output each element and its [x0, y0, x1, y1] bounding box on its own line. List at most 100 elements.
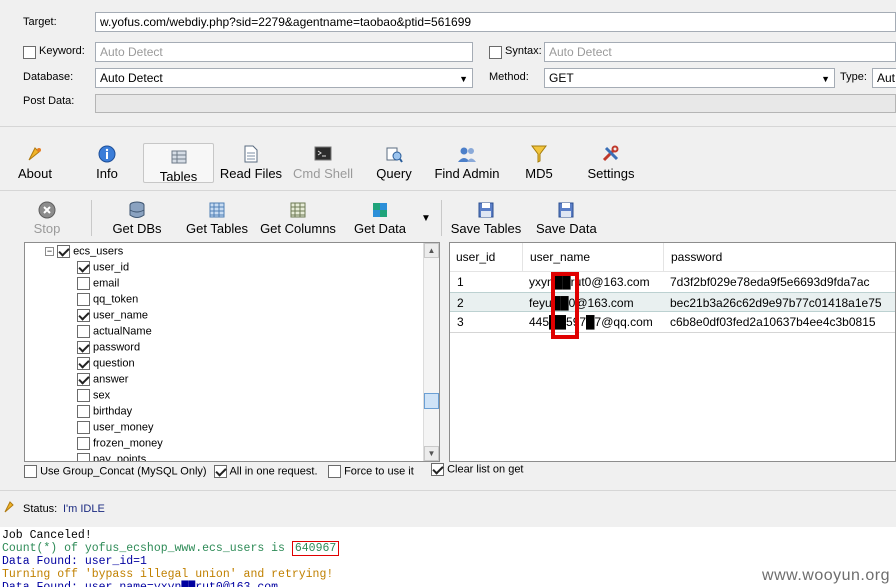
keyword-input[interactable]: Auto Detect	[95, 42, 473, 62]
chevron-down-icon: ▼	[821, 74, 830, 84]
keyword-checkbox[interactable]	[23, 45, 36, 60]
method-label: Method:	[489, 71, 529, 83]
postdata-input[interactable]	[95, 94, 896, 113]
tree-item-pay-points[interactable]: pay_points	[77, 453, 147, 462]
toolbar-separator	[91, 200, 92, 236]
get-dbs-button[interactable]: Get DBs	[110, 200, 164, 236]
collapse-icon[interactable]: −	[45, 247, 54, 256]
save-data-label: Save Data	[536, 221, 597, 236]
toolbar-settings[interactable]: Settings	[586, 144, 636, 186]
grid-header-user-name[interactable]: user_name	[524, 243, 664, 271]
stop-button[interactable]: Stop	[32, 200, 62, 236]
toolbar-md5[interactable]: MD5	[523, 144, 555, 186]
tree-item-user-money[interactable]: user_money	[77, 421, 154, 437]
tree-item-checkbox[interactable]	[77, 293, 90, 306]
tree-item-label: password	[93, 341, 141, 354]
clear-list-option[interactable]: Clear list on get	[431, 463, 524, 476]
log-highlight: 640967	[291, 541, 340, 556]
table-row[interactable]: 2 feyu██0@163.com bec21b3a26c62d9e97b77c…	[450, 292, 895, 312]
syntax-checkbox[interactable]	[489, 45, 502, 60]
all-in-one-checkbox[interactable]	[214, 465, 227, 478]
target-input[interactable]: w.yofus.com/webdiy.php?sid=2279&agentnam…	[95, 12, 896, 32]
tree-item-sex[interactable]: sex	[77, 389, 110, 405]
toolbar-find-admin[interactable]: Find Admin	[432, 144, 502, 186]
grid-header-user-id[interactable]: user_id	[450, 243, 523, 271]
tree-item-label: actualName	[93, 325, 152, 338]
scroll-up-icon[interactable]: ▲	[424, 243, 439, 258]
method-select[interactable]: GET ▼	[544, 68, 835, 88]
force-checkbox[interactable]	[328, 465, 341, 478]
tree-item-qq-token[interactable]: qq_token	[77, 293, 138, 309]
grid-icon	[184, 200, 250, 219]
cell-user-id: 3	[457, 315, 464, 329]
dropdown-arrow-icon[interactable]: ▼	[421, 213, 431, 224]
get-columns-button[interactable]: Get Columns	[258, 200, 338, 236]
all-in-one-option[interactable]: All in one request.	[214, 465, 318, 478]
tree-item-checkbox[interactable]	[77, 309, 90, 322]
save-icon	[536, 200, 596, 219]
cell-user-name: feyu██0@163.com	[529, 296, 634, 310]
save-tables-button[interactable]: Save Tables	[450, 200, 522, 236]
tree-item-checkbox[interactable]	[77, 277, 90, 290]
type-select[interactable]: Aut	[872, 68, 896, 88]
tree-table-node[interactable]: − ecs_users	[45, 245, 245, 261]
toolbar-info[interactable]: Info	[90, 144, 124, 186]
toolbar-query[interactable]: Query	[374, 144, 414, 186]
toolbar-read-files[interactable]: Read Files	[219, 144, 283, 186]
toolbar-tables[interactable]: Tables	[143, 143, 214, 184]
tree-table-checkbox[interactable]	[57, 245, 70, 258]
tree-item-checkbox[interactable]	[77, 373, 90, 386]
about-icon	[14, 144, 56, 164]
tree-item-checkbox[interactable]	[77, 405, 90, 418]
tree-item-checkbox[interactable]	[77, 453, 90, 461]
tree-panel: − ecs_users user_idemail qq_token user_nam…	[24, 242, 440, 462]
syntax-input[interactable]: Auto Detect	[544, 42, 896, 62]
tree-item-checkbox[interactable]	[77, 437, 90, 450]
tree-item-user-name[interactable]: user_name	[77, 309, 148, 325]
database-select[interactable]: Auto Detect ▼	[95, 68, 473, 88]
tree-item-question[interactable]: question	[77, 357, 135, 373]
get-tables-button[interactable]: Get Tables	[184, 200, 250, 236]
tree-item-checkbox[interactable]	[77, 421, 90, 434]
tree-item-user-id[interactable]: user_id	[77, 261, 129, 277]
divider	[0, 190, 896, 191]
tree-item-label: answer	[93, 373, 129, 386]
clear-list-checkbox[interactable]	[431, 463, 444, 476]
tree-scrollbar[interactable]: ▲ ▼	[423, 243, 439, 461]
tree-item-frozen-money[interactable]: frozen_money	[77, 437, 163, 453]
cell-user-id: 1	[457, 275, 464, 289]
save-data-button[interactable]: Save Data	[536, 200, 597, 236]
toolbar-settings-label: Settings	[587, 166, 635, 181]
get-data-button[interactable]: Get Data	[352, 200, 408, 236]
tree-item-checkbox[interactable]	[77, 341, 90, 354]
toolbar-cmd-shell[interactable]: Cmd Shell	[292, 144, 354, 186]
force-option[interactable]: Force to use it	[328, 465, 414, 478]
tree-item-label: user_id	[93, 261, 130, 274]
tree-item-checkbox[interactable]	[77, 357, 90, 370]
chevron-down-icon: ▼	[459, 74, 468, 84]
tree-item-label: question	[93, 357, 135, 370]
tree-item-password[interactable]: password	[77, 341, 140, 357]
table-row[interactable]: 3 445██597█7@qq.com c6b8e0df03fed2a10637…	[450, 312, 895, 332]
tree-item-email[interactable]: email	[77, 277, 119, 293]
tree-item-checkbox[interactable]	[77, 261, 90, 274]
scroll-thumb[interactable]	[424, 393, 439, 409]
grid-header-password[interactable]: password	[665, 243, 895, 271]
tree-item-actualname[interactable]: actualName	[77, 325, 152, 341]
group-concat-option[interactable]: Use Group_Concat (MySQL Only)	[24, 465, 207, 478]
scroll-down-icon[interactable]: ▼	[424, 446, 439, 461]
read-files-icon	[219, 144, 283, 164]
log-line-text: Turning off 'bypass illegal union' and r…	[2, 568, 334, 581]
table-row[interactable]: 1 yxyn██rut0@163.com 7d3f2bf029e78eda9f5…	[450, 272, 895, 292]
tree-item-label: pay_points	[93, 453, 147, 462]
get-columns-label: Get Columns	[260, 221, 336, 236]
tree-item-answer[interactable]: answer	[77, 373, 128, 389]
tree-item-checkbox[interactable]	[77, 389, 90, 402]
cell-password: 7d3f2bf029e78eda9f5e6693d9fda7ac	[670, 275, 870, 289]
tree-item-birthday[interactable]: birthday	[77, 405, 132, 421]
settings-icon	[586, 144, 636, 164]
tree-item-checkbox[interactable]	[77, 325, 90, 338]
toolbar-about[interactable]: About	[14, 144, 56, 186]
toolbar-info-label: Info	[96, 166, 118, 181]
group-concat-checkbox[interactable]	[24, 465, 37, 478]
